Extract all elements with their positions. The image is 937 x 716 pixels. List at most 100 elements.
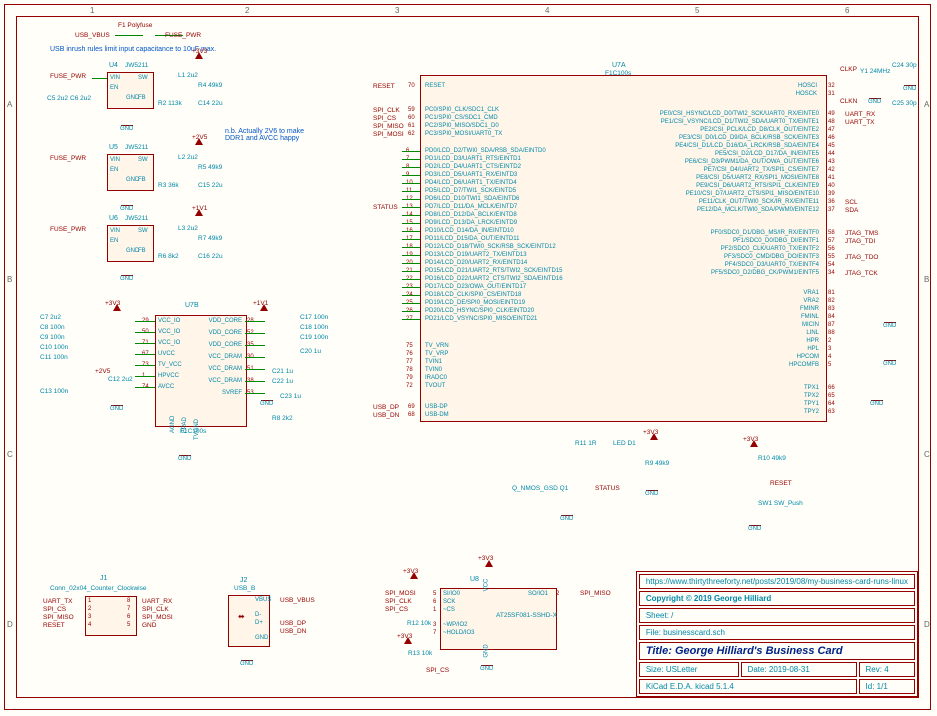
miso: SPI_MISO [580, 590, 611, 597]
u4-fb: FB [138, 95, 146, 101]
u8-body [440, 588, 557, 650]
spi-cs: SPI_CS [373, 115, 396, 122]
tb-sheet: Sheet: / [639, 608, 915, 623]
c21: C21 1u [272, 368, 293, 375]
c19: C19 100n [300, 334, 328, 341]
fuse-pwr-in3: FUSE_PWR [50, 226, 86, 233]
c25: C25 30p [892, 100, 917, 107]
c13: C13 100n [40, 388, 68, 395]
holdn: 7 [433, 630, 436, 636]
gnd: GND [868, 98, 881, 105]
grid-row: B [7, 275, 12, 284]
u5-sw: SW [138, 157, 148, 163]
c20: C20 1u [300, 348, 321, 355]
gnd: GND [178, 455, 191, 462]
spi-miso: SPI_MISO [373, 123, 404, 130]
sck: SCK [443, 599, 455, 605]
grid-row: D [924, 620, 930, 629]
c11: C11 100n [40, 354, 68, 361]
c12: C12 2u2 [108, 376, 133, 383]
hosci: HOSCI [798, 83, 817, 89]
clkp: CLKP [840, 66, 857, 73]
2v5-label: +2V5 [192, 134, 207, 141]
net-fuse-pwr: FUSE_PWR [165, 32, 201, 39]
u5-val: JW5211 [125, 144, 148, 151]
j1-val: Conn_02x04_Counter_Clockwise [50, 585, 146, 592]
gnd: GND [260, 400, 273, 407]
3v3-label: +3V3 [192, 48, 207, 55]
q1: Q_NMOS_GSD Q1 [512, 485, 568, 492]
r12: R12 10k [407, 620, 431, 627]
wp: ~WP/IO2 [443, 622, 468, 628]
usb-icon: ⬌ [238, 612, 245, 621]
u5-en: EN [110, 167, 118, 173]
title-block: https://www.thirtythreeforty.net/posts/2… [636, 571, 918, 697]
usbdp-net: USB_DP [373, 404, 399, 411]
grid-row: A [924, 100, 929, 109]
gnd: GND [645, 490, 658, 497]
reset-pin-lbl: RESET [425, 83, 445, 89]
u7b-ref: U7B [185, 302, 199, 309]
sin: 5 [433, 591, 436, 597]
u4-ref: U4 [109, 62, 118, 69]
gnd: GND [240, 660, 253, 667]
c7: C7 2u2 [40, 314, 61, 321]
tb-date: Date: 2019-08-31 [741, 662, 857, 677]
hosckn: 31 [828, 91, 835, 97]
gnd: GND [560, 515, 573, 522]
fuse-pwr-in: FUSE_PWR [50, 73, 86, 80]
gnd: GND [748, 525, 761, 532]
3v3u8c: +3V3 [397, 633, 412, 640]
l2: L2 2u2 [178, 154, 198, 161]
grid-col: 3 [395, 6, 399, 15]
tb-id: Id: 1/1 [859, 679, 915, 694]
vbus: VBUS [255, 597, 271, 603]
u7a-ref: U7A [612, 62, 626, 69]
u8-ref: U8 [470, 576, 479, 583]
note-ddr: n.b. Actually 2V6 to make DDR1 and AVCC … [225, 128, 315, 142]
u5-vin: VIN [110, 157, 120, 163]
pc2n: 61 [408, 123, 415, 129]
u8gnd: GND [484, 644, 490, 657]
status-net: STATUS [373, 204, 398, 211]
c10: C10 100n [40, 344, 68, 351]
dp: D+ [255, 620, 263, 626]
hosck: HOSCK [796, 91, 817, 97]
spi-clk: SPI_CLK [373, 107, 400, 114]
tb-size: Size: USLetter [639, 662, 739, 677]
3v3u8b: +3V3 [403, 568, 418, 575]
1v1-label: +1V1 [192, 205, 207, 212]
r4: R4 49k9 [198, 82, 222, 89]
vcc: VCC [483, 579, 489, 592]
csn: 1 [433, 607, 436, 613]
sw1: SW1 SW_Push [758, 500, 803, 507]
grid-col: 5 [695, 6, 699, 15]
r13: R13 10k [408, 650, 432, 657]
c16: C16 22u [198, 253, 223, 260]
usbdp-n: 69 [408, 404, 415, 410]
j2gnd: GND [255, 635, 268, 641]
gnd: GND [120, 275, 133, 282]
gnd: GND [903, 85, 916, 92]
c22: C22 1u [272, 378, 293, 385]
r7: R7 49k9 [198, 235, 222, 242]
grid-col: 2 [245, 6, 249, 15]
usbdm-net: USB_DN [373, 412, 399, 419]
grid-row: C [7, 450, 13, 459]
mosi: SPI_MOSI [385, 590, 416, 597]
tb-file: File: businesscard.sch [639, 625, 915, 640]
status-net: STATUS [595, 485, 620, 492]
grid-row: C [924, 450, 930, 459]
c14: C14 22u [198, 100, 223, 107]
tb-rev: Rev: 4 [859, 662, 915, 677]
fuse-pwr-in2: FUSE_PWR [50, 155, 86, 162]
son: 2 [556, 591, 559, 597]
3v3s: +3V3 [643, 429, 658, 436]
u4-en: EN [110, 85, 118, 91]
grid-row: A [7, 100, 12, 109]
wpn: 3 [433, 622, 436, 628]
c23: C23 1u [280, 393, 301, 400]
net-usb-vbus: USB_VBUS [75, 32, 110, 39]
pc0n: 59 [408, 107, 415, 113]
spi-mosi: SPI_MOSI [373, 131, 404, 138]
